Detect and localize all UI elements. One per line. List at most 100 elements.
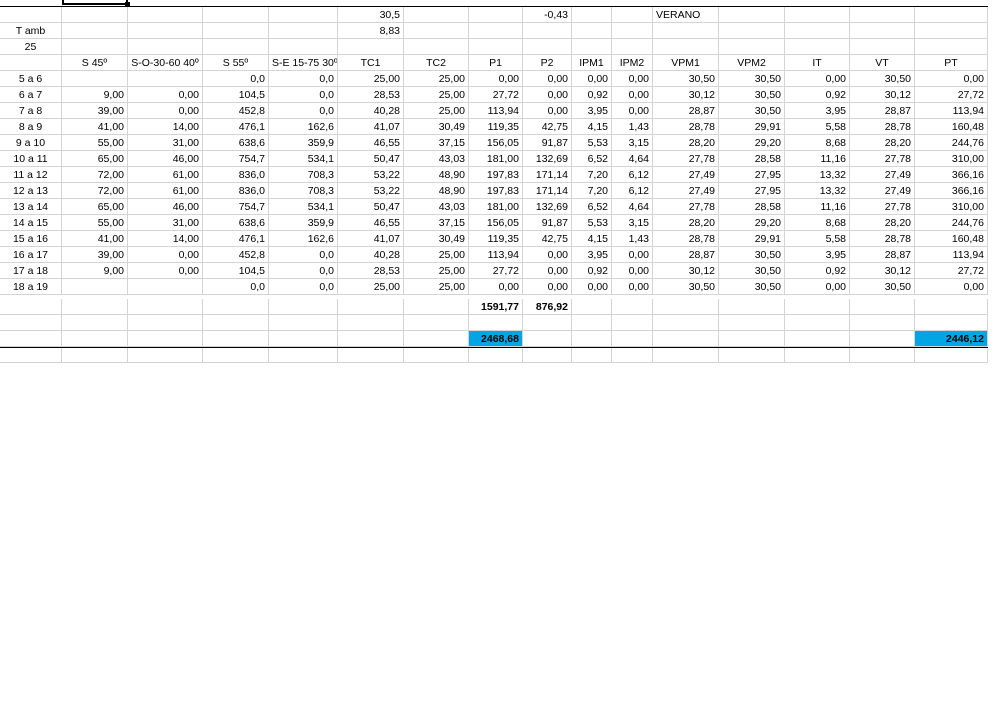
row-label[interactable]: 17 a 18 [0,263,62,279]
data-cell[interactable]: 50,47 [338,151,404,167]
data-cell[interactable]: 0,0 [269,87,338,103]
data-cell[interactable]: 0,92 [572,263,612,279]
empty-cell[interactable] [653,299,719,315]
column-header[interactable]: TC2 [404,55,469,71]
data-cell[interactable]: 28,58 [719,199,785,215]
data-cell[interactable]: 28,78 [653,231,719,247]
data-cell[interactable]: 0,0 [269,247,338,263]
empty-cell[interactable] [404,331,469,347]
empty-cell[interactable] [128,23,203,39]
empty-cell[interactable] [404,23,469,39]
cell-verano[interactable]: VERANO [653,7,719,23]
data-cell[interactable]: 27,72 [915,87,988,103]
p-total-highlight[interactable]: 2468,68 [469,331,523,347]
data-cell[interactable]: 359,9 [269,215,338,231]
empty-cell[interactable] [850,347,915,363]
empty-cell[interactable] [404,315,469,331]
data-cell[interactable]: 452,8 [203,103,269,119]
data-cell[interactable]: 30,50 [653,279,719,295]
data-cell[interactable]: 55,00 [62,215,128,231]
data-cell[interactable]: 171,14 [523,183,572,199]
data-cell[interactable]: 0,00 [612,247,653,263]
data-cell[interactable]: 40,28 [338,247,404,263]
data-cell[interactable]: 104,5 [203,87,269,103]
cell-30-5[interactable]: 30,5 [338,7,404,23]
data-cell[interactable]: 197,83 [469,167,523,183]
empty-cell[interactable] [203,347,269,363]
data-cell[interactable]: 0,00 [612,71,653,87]
empty-cell[interactable] [269,331,338,347]
data-cell[interactable]: 638,6 [203,135,269,151]
empty-cell[interactable] [572,39,612,55]
data-cell[interactable]: 0,00 [128,263,203,279]
data-cell[interactable]: 27,72 [469,263,523,279]
column-header[interactable]: PT [915,55,988,71]
data-cell[interactable]: 0,0 [203,71,269,87]
empty-cell[interactable] [612,39,653,55]
empty-cell[interactable] [572,299,612,315]
data-cell[interactable]: 61,00 [128,183,203,199]
empty-cell[interactable] [612,315,653,331]
cell-tamb-value[interactable]: 25 [0,39,62,55]
data-cell[interactable]: 39,00 [62,103,128,119]
data-cell[interactable]: 41,00 [62,231,128,247]
data-cell[interactable]: 30,50 [719,71,785,87]
empty-cell[interactable] [785,347,850,363]
data-cell[interactable]: 40,28 [338,103,404,119]
data-cell[interactable]: 5,53 [572,135,612,151]
row-label[interactable]: 13 a 14 [0,199,62,215]
data-cell[interactable]: 6,52 [572,199,612,215]
data-cell[interactable]: 46,00 [128,151,203,167]
data-cell[interactable]: 29,91 [719,231,785,247]
empty-cell[interactable] [0,315,62,331]
empty-cell[interactable] [269,23,338,39]
empty-cell[interactable] [128,39,203,55]
empty-cell[interactable] [719,299,785,315]
data-cell[interactable]: 28,78 [850,119,915,135]
column-header[interactable]: IT [785,55,850,71]
data-cell[interactable]: 708,3 [269,183,338,199]
empty-cell[interactable] [612,7,653,23]
data-cell[interactable]: 0,0 [269,71,338,87]
data-cell[interactable]: 27,95 [719,167,785,183]
empty-cell[interactable] [915,23,988,39]
data-cell[interactable]: 7,20 [572,183,612,199]
data-cell[interactable]: 476,1 [203,231,269,247]
data-cell[interactable]: 9,00 [62,263,128,279]
data-cell[interactable]: 29,20 [719,215,785,231]
data-cell[interactable]: 0,92 [785,263,850,279]
data-cell[interactable]: 132,69 [523,151,572,167]
cell-neg[interactable]: -0,43 [523,7,572,23]
data-cell[interactable]: 113,94 [915,247,988,263]
data-cell[interactable]: 30,50 [850,279,915,295]
empty-cell[interactable] [404,347,469,363]
empty-cell[interactable] [469,315,523,331]
data-cell[interactable]: 4,64 [612,151,653,167]
data-cell[interactable]: 25,00 [404,87,469,103]
data-cell[interactable]: 25,00 [338,279,404,295]
data-cell[interactable]: 113,94 [469,247,523,263]
data-cell[interactable]: 7,20 [572,167,612,183]
data-cell[interactable]: 244,76 [915,215,988,231]
data-cell[interactable]: 28,20 [850,215,915,231]
data-cell[interactable]: 4,15 [572,119,612,135]
data-cell[interactable]: 638,6 [203,215,269,231]
data-cell[interactable]: 160,48 [915,231,988,247]
data-cell[interactable]: 0,00 [572,71,612,87]
empty-cell[interactable] [62,23,128,39]
data-cell[interactable]: 25,00 [404,103,469,119]
empty-cell[interactable] [653,347,719,363]
data-cell[interactable]: 8,68 [785,135,850,151]
data-cell[interactable]: 27,49 [653,183,719,199]
data-cell[interactable]: 0,00 [785,279,850,295]
cell-tamb-label[interactable]: T amb [0,23,62,39]
row-label[interactable]: 6 a 7 [0,87,62,103]
data-cell[interactable]: 4,64 [612,199,653,215]
empty-cell[interactable] [269,7,338,23]
data-cell[interactable]: 0,0 [269,103,338,119]
empty-cell[interactable] [523,347,572,363]
data-cell[interactable]: 0,92 [785,87,850,103]
data-cell[interactable]: 366,16 [915,183,988,199]
row-label[interactable]: 14 a 15 [0,215,62,231]
spreadsheet[interactable]: 30,5 -0,43 VERANO T amb 8,83 25 S 45º S-O-30-60… [0,0,1000,363]
